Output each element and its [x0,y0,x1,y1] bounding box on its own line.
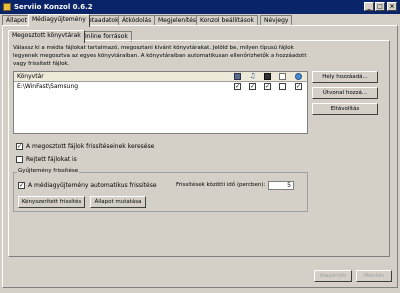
music-icon: ♫ [249,72,256,80]
add-path-button[interactable]: Útvonal hozzá... [312,87,378,99]
refresh-group-title: Gyűjtemény frissítése [17,168,80,174]
auto-refresh-label: A médiagyűjtemény automatikus frissítése [28,182,157,189]
minimize-button[interactable]: _ [364,2,374,11]
save-button[interactable]: Mentés [356,270,392,282]
title-bar: Serviio Konzol 0.6.2 _ □ × [0,0,400,14]
table-row[interactable]: E:\WinFast\Samsung ✓ ✓ ✓ ✓ [14,82,307,91]
file-checkbox[interactable] [279,83,286,90]
globe-icon [295,73,302,80]
close-button[interactable]: × [387,2,397,11]
add-folder-button[interactable]: Hely hozzáadá... [312,71,378,83]
window-title: Serviio Konzol 0.6.2 [14,3,93,11]
shared-folders-description: Válassz ki a média fájlokat tartalmazó, … [13,45,307,67]
interval-label: Frissítések közötti idő (percben): [176,182,266,188]
online-checkbox[interactable]: ✓ [295,83,302,90]
music-checkbox[interactable]: ✓ [249,83,256,90]
video-icon [234,73,241,80]
default-button[interactable]: Alapérték [314,270,352,282]
hidden-files-checkbox[interactable] [16,156,23,163]
search-updates-checkbox[interactable]: ✓ [16,143,23,150]
app-icon [3,3,11,11]
file-icon [279,73,286,80]
tab-media-library[interactable]: Médiagyűjtemény [28,14,90,27]
remove-button[interactable]: Eltávolítás [312,103,378,115]
image-icon [264,73,271,80]
list-header: Könyvtár ♫ [14,72,307,82]
video-checkbox[interactable]: ✓ [234,83,241,90]
library-folder-list[interactable]: Könyvtár ♫ E:\WinFast\Samsung ✓ ✓ ✓ ✓ [13,71,308,134]
auto-refresh-checkbox[interactable]: ✓ [18,182,25,189]
image-checkbox[interactable]: ✓ [264,83,271,90]
folder-path: E:\WinFast\Samsung [17,83,79,90]
maximize-button[interactable]: □ [375,2,385,11]
show-status-button[interactable]: Állapot mutatása [90,196,146,208]
tab-shared-folders[interactable]: Megosztott könyvtárak [8,30,85,43]
hidden-files-label: Rejtett fájlokat is [26,156,77,163]
folder-column-header: Könyvtár [17,73,44,80]
force-refresh-button[interactable]: Kényszerített frissítés [18,196,85,208]
interval-input[interactable]: 5 [268,181,294,190]
search-updates-label: A megosztott fájlok frissítéseinek keres… [26,143,155,150]
